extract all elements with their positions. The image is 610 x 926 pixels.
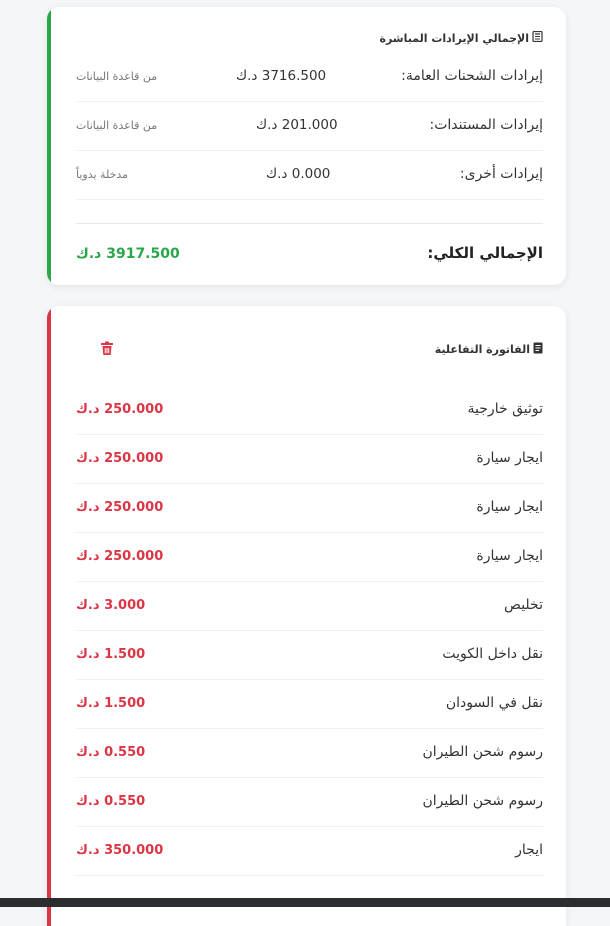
invoice-item-name: تخليص bbox=[504, 597, 543, 613]
invoice-item-row: ايجار سيارة 250.000 د.ك bbox=[76, 532, 543, 582]
invoice-item-name: ايجار سيارة bbox=[476, 450, 543, 466]
invoice-item-price: 1.500 د.ك bbox=[76, 696, 146, 711]
invoice-item-name: توثيق خارجية bbox=[467, 401, 543, 417]
invoice-item-row: رسوم شحن الطيران 0.550 د.ك bbox=[76, 777, 543, 827]
card-accent-stripe bbox=[47, 7, 51, 285]
invoice-item-name: رسوم شحن الطيران bbox=[422, 744, 543, 760]
invoice-item-row: نقل في السودان 1.500 د.ك bbox=[76, 679, 543, 729]
invoice-item-name: رسوم شحن الطيران bbox=[422, 793, 543, 809]
invoice-item-row: ايجار سيارة 250.000 د.ك bbox=[76, 434, 543, 484]
bottom-taskbar bbox=[0, 898, 610, 907]
revenue-row-shipments: إيرادات الشحنات العامة: 3716.500 د.ك من … bbox=[76, 52, 543, 102]
invoice-item-row: نقل داخل الكويت 1.500 د.ك bbox=[76, 630, 543, 680]
revenue-source: من قاعدة البيانات bbox=[76, 119, 158, 132]
invoice-item-row: رسوم شحن الطيران 0.550 د.ك bbox=[76, 728, 543, 778]
invoice-item-price: 1.500 د.ك bbox=[76, 647, 146, 662]
card-accent-stripe bbox=[47, 306, 51, 926]
calculator-icon bbox=[532, 30, 543, 45]
invoice-item-name: نقل في السودان bbox=[445, 695, 543, 711]
invoice-item-name: ايجار bbox=[515, 842, 543, 858]
invoice-item-price: 250.000 د.ك bbox=[76, 500, 164, 515]
trash-icon bbox=[100, 341, 114, 360]
invoice-item-price: 250.000 د.ك bbox=[76, 549, 164, 564]
revenue-label: إيرادات أخرى: bbox=[459, 166, 543, 182]
invoice-item-price: 350.000 د.ك bbox=[76, 843, 164, 858]
direct-revenue-card: الإجمالي الإيرادات المباشرة إيرادات الشح… bbox=[47, 7, 566, 285]
invoice-item-name: ايجار سيارة bbox=[476, 548, 543, 564]
revenue-amount: 0.000 د.ك bbox=[266, 166, 331, 182]
revenue-amount: 201.000 د.ك bbox=[256, 117, 338, 133]
invoice-item-row: ايجار 350.000 د.ك bbox=[76, 826, 543, 876]
invoice-item-price: 0.550 د.ك bbox=[76, 745, 146, 760]
revenue-row-documents: إيرادات المستندات: 201.000 د.ك من قاعدة … bbox=[76, 101, 543, 151]
invoice-item-row: ايجار سيارة 250.000 د.ك bbox=[76, 483, 543, 533]
delete-invoice-button[interactable] bbox=[97, 340, 117, 360]
revenue-source: من قاعدة البيانات bbox=[76, 70, 158, 83]
invoice-title: الفاتورة التفاعلية bbox=[435, 342, 543, 357]
invoice-item-price: 250.000 د.ك bbox=[76, 451, 164, 466]
interactive-invoice-card: الفاتورة التفاعلية توثيق خارجية 250.000 … bbox=[47, 306, 566, 926]
revenue-total-row: الإجمالي الكلي: 3917.500 د.ك bbox=[76, 223, 543, 285]
invoice-item-price: 250.000 د.ك bbox=[76, 402, 164, 417]
revenue-label: إيرادات المستندات: bbox=[429, 117, 543, 133]
invoice-item-name: نقل داخل الكويت bbox=[442, 646, 543, 662]
direct-revenue-title: الإجمالي الإيرادات المباشرة bbox=[379, 30, 543, 45]
total-label: الإجمالي الكلي: bbox=[427, 244, 543, 262]
invoice-item-row: توثيق خارجية 250.000 د.ك bbox=[76, 385, 543, 435]
direct-revenue-title-text: الإجمالي الإيرادات المباشرة bbox=[379, 31, 529, 45]
revenue-label: إيرادات الشحنات العامة: bbox=[401, 68, 543, 84]
invoice-icon bbox=[533, 342, 543, 357]
revenue-source: مدخلة يدوياً bbox=[76, 168, 129, 181]
total-value: 3917.500 د.ك bbox=[76, 246, 180, 262]
invoice-item-price: 0.550 د.ك bbox=[76, 794, 146, 809]
revenue-amount: 3716.500 د.ك bbox=[236, 68, 327, 84]
invoice-item-price: 3.000 د.ك bbox=[76, 598, 146, 613]
invoice-item-row: تخليص 3.000 د.ك bbox=[76, 581, 543, 631]
invoice-title-text: الفاتورة التفاعلية bbox=[434, 343, 530, 356]
invoice-item-name: ايجار سيارة bbox=[476, 499, 543, 515]
revenue-row-other: إيرادات أخرى: 0.000 د.ك مدخلة يدوياً bbox=[76, 150, 543, 200]
